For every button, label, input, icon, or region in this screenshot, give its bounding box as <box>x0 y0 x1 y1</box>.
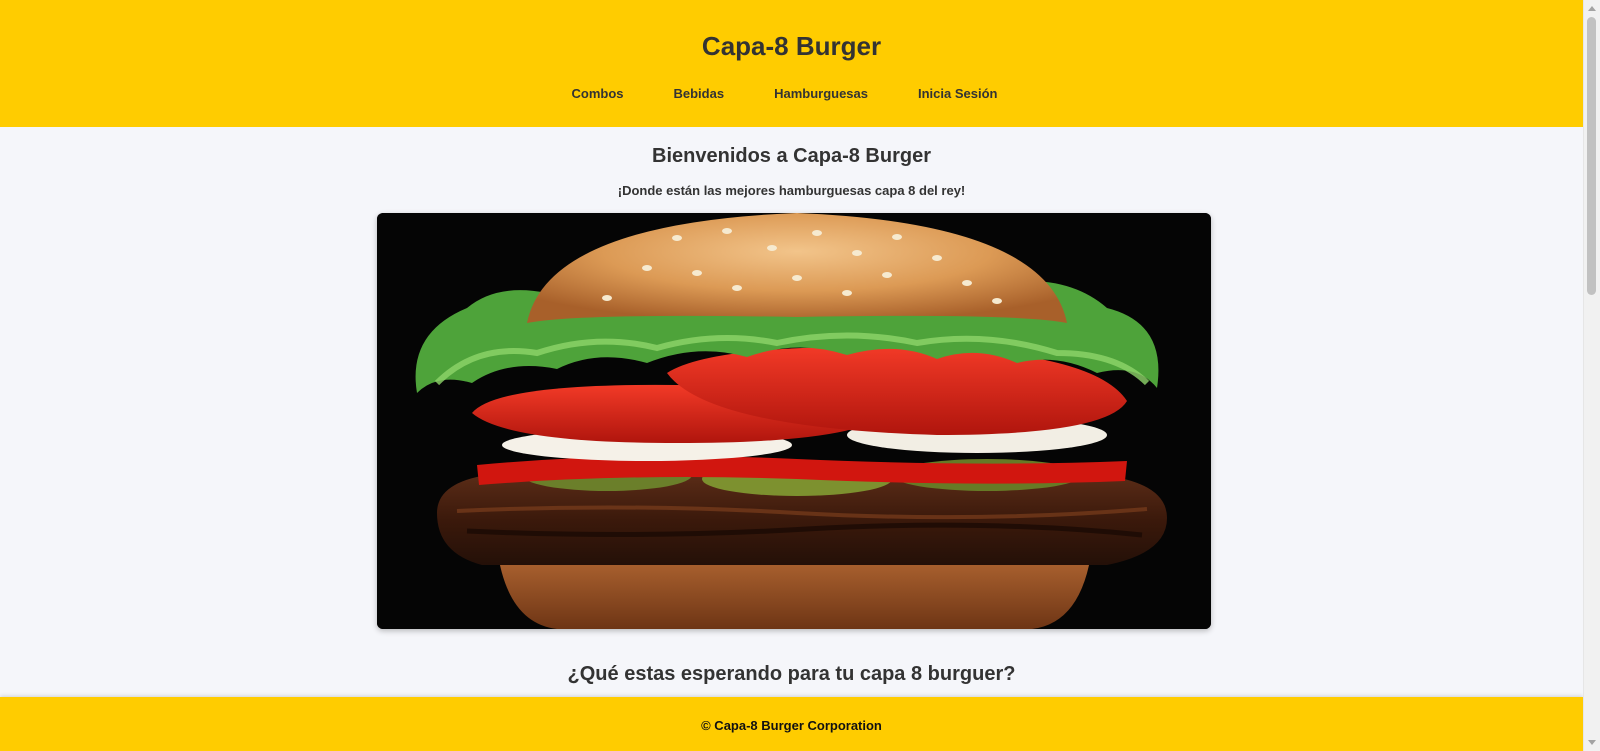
scroll-thumb[interactable] <box>1587 17 1596 295</box>
page: Capa-8 Burger Combos Bebidas Hamburguesa… <box>0 0 1583 751</box>
scroll-down-icon[interactable] <box>1588 740 1596 745</box>
burger-photo-icon <box>377 213 1211 629</box>
nav-link-login[interactable]: Inicia Sesión <box>918 84 997 104</box>
hero-burger-image <box>377 213 1211 629</box>
main-nav: Combos Bebidas Hamburguesas Inicia Sesió… <box>0 84 1583 104</box>
site-header: Capa-8 Burger Combos Bebidas Hamburguesa… <box>0 0 1583 127</box>
cta-title: ¿Qué estas esperando para tu capa 8 burg… <box>567 663 1016 685</box>
nav-link-bebidas[interactable]: Bebidas <box>674 84 725 104</box>
nav-link-hamburguesas[interactable]: Hamburguesas <box>774 84 868 104</box>
site-footer: © Capa-8 Burger Corporation <box>0 697 1583 751</box>
welcome-subtitle: ¡Donde están las mejores hamburguesas ca… <box>617 183 966 198</box>
vertical-scrollbar[interactable] <box>1583 0 1600 751</box>
welcome-title: Bienvenidos a Capa-8 Burger <box>652 145 931 167</box>
nav-item-hamburguesas: Hamburguesas <box>774 84 868 104</box>
scroll-up-icon[interactable] <box>1588 6 1596 11</box>
browser-viewport: Capa-8 Burger Combos Bebidas Hamburguesa… <box>0 0 1600 751</box>
nav-item-login: Inicia Sesión <box>918 84 997 104</box>
nav-item-combos: Combos <box>572 84 624 104</box>
footer-copyright: © Capa-8 Burger Corporation <box>701 718 882 733</box>
site-title: Capa-8 Burger <box>701 31 882 61</box>
nav-item-bebidas: Bebidas <box>674 84 725 104</box>
nav-link-combos[interactable]: Combos <box>572 84 624 104</box>
